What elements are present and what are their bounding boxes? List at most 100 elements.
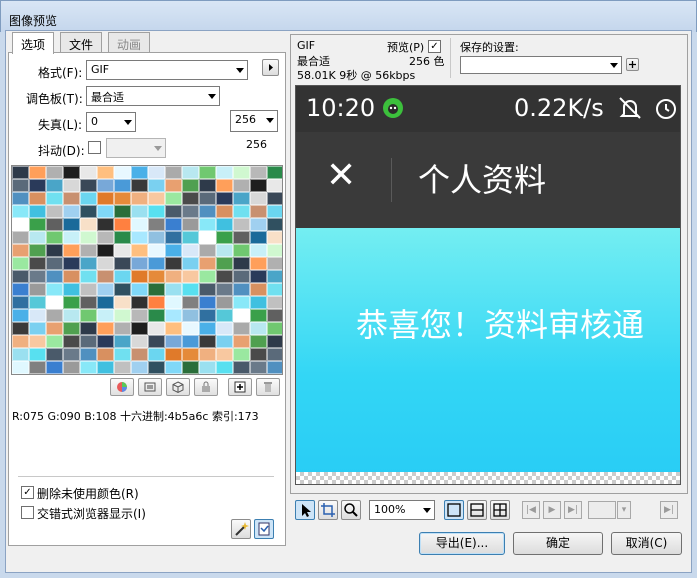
palette-swatch[interactable] — [12, 270, 29, 283]
palette-swatch[interactable] — [63, 166, 80, 179]
tab-options[interactable]: 选项 — [12, 32, 55, 54]
zoom-select[interactable]: 100% — [369, 500, 435, 520]
palette-swatch[interactable] — [63, 283, 80, 296]
palette-swatch[interactable] — [12, 218, 29, 231]
palette-swatch[interactable] — [267, 192, 282, 205]
palette-swatch[interactable] — [233, 231, 250, 244]
palette-swatch[interactable] — [148, 257, 165, 270]
palette-swatch[interactable] — [12, 361, 29, 374]
palette-swatch[interactable] — [80, 179, 97, 192]
interlaced-checkbox[interactable] — [21, 506, 34, 519]
palette-swatch[interactable] — [148, 283, 165, 296]
palette-swatch[interactable] — [216, 322, 233, 335]
palette-swatch[interactable] — [233, 244, 250, 257]
palette-swatch[interactable] — [267, 231, 282, 244]
palette-swatch[interactable] — [63, 361, 80, 374]
palette-swatch[interactable] — [114, 348, 131, 361]
palette-swatch[interactable] — [63, 296, 80, 309]
crop-tool-button[interactable] — [318, 500, 338, 520]
palette-swatch[interactable] — [131, 309, 148, 322]
image-preview[interactable]: 10:20 0.22K/s ✕ 个人资料 恭喜您！资料审核通 — [295, 85, 681, 485]
palette-swatch[interactable] — [97, 335, 114, 348]
color-palette-grid[interactable] — [11, 165, 283, 375]
palette-swatch[interactable] — [250, 218, 267, 231]
palette-swatch[interactable] — [216, 335, 233, 348]
add-setting-button[interactable] — [626, 58, 639, 71]
palette-swatch[interactable] — [114, 309, 131, 322]
palette-swatch[interactable] — [233, 192, 250, 205]
palette-swatch[interactable] — [182, 348, 199, 361]
palette-swatch[interactable] — [216, 348, 233, 361]
palette-swatch[interactable] — [182, 231, 199, 244]
palette-swatch[interactable] — [63, 179, 80, 192]
palette-swatch[interactable] — [199, 257, 216, 270]
palette-swatch[interactable] — [63, 244, 80, 257]
palette-swatch[interactable] — [250, 166, 267, 179]
split-view-button[interactable] — [467, 500, 487, 520]
palette-swatch[interactable] — [216, 218, 233, 231]
palette-swatch[interactable] — [12, 257, 29, 270]
palette-swatch[interactable] — [97, 179, 114, 192]
export-button[interactable]: 导出(E)... — [419, 532, 505, 555]
palette-swatch[interactable] — [12, 179, 29, 192]
palette-swatch[interactable] — [131, 348, 148, 361]
palette-swatch[interactable] — [165, 231, 182, 244]
palette-swatch[interactable] — [80, 283, 97, 296]
palette-swatch[interactable] — [216, 192, 233, 205]
palette-swatch[interactable] — [131, 179, 148, 192]
palette-swatch[interactable] — [12, 231, 29, 244]
palette-swatch[interactable] — [250, 309, 267, 322]
palette-swatch[interactable] — [233, 179, 250, 192]
palette-swatch[interactable] — [80, 335, 97, 348]
palette-swatch[interactable] — [29, 296, 46, 309]
palette-swatch[interactable] — [199, 244, 216, 257]
palette-swatch[interactable] — [80, 322, 97, 335]
quad-view-button[interactable] — [490, 500, 510, 520]
palette-swatch[interactable] — [80, 166, 97, 179]
palette-swatch[interactable] — [97, 296, 114, 309]
palette-swatch[interactable] — [250, 322, 267, 335]
transparent-color-button[interactable] — [166, 378, 190, 396]
palette-swatch[interactable] — [63, 270, 80, 283]
palette-swatch[interactable] — [148, 166, 165, 179]
palette-swatch[interactable] — [233, 335, 250, 348]
single-view-button[interactable] — [444, 500, 464, 520]
palette-swatch[interactable] — [46, 283, 63, 296]
optimize-to-size-button[interactable] — [254, 519, 274, 539]
palette-swatch[interactable] — [97, 244, 114, 257]
palette-swatch[interactable] — [97, 309, 114, 322]
palette-swatch[interactable] — [233, 218, 250, 231]
palette-swatch[interactable] — [80, 218, 97, 231]
palette-swatch[interactable] — [182, 218, 199, 231]
palette-swatch[interactable] — [250, 244, 267, 257]
palette-swatch[interactable] — [114, 166, 131, 179]
play-button[interactable]: ▶ — [543, 501, 561, 519]
palette-swatch[interactable] — [131, 244, 148, 257]
palette-swatch[interactable] — [250, 205, 267, 218]
palette-swatch[interactable] — [131, 205, 148, 218]
palette-swatch[interactable] — [148, 309, 165, 322]
palette-swatch[interactable] — [63, 218, 80, 231]
palette-swatch[interactable] — [29, 283, 46, 296]
palette-swatch[interactable] — [199, 322, 216, 335]
palette-swatch[interactable] — [63, 322, 80, 335]
palette-swatch[interactable] — [267, 166, 282, 179]
palette-swatch[interactable] — [46, 192, 63, 205]
palette-swatch[interactable] — [199, 348, 216, 361]
palette-swatch[interactable] — [80, 205, 97, 218]
add-color-button[interactable] — [228, 378, 252, 396]
palette-swatch[interactable] — [199, 283, 216, 296]
palette-swatch[interactable] — [114, 244, 131, 257]
palette-swatch[interactable] — [29, 335, 46, 348]
palette-swatch[interactable] — [80, 296, 97, 309]
palette-swatch[interactable] — [165, 296, 182, 309]
palette-swatch[interactable] — [267, 218, 282, 231]
palette-swatch[interactable] — [29, 361, 46, 374]
palette-swatch[interactable] — [46, 322, 63, 335]
palette-swatch[interactable] — [165, 179, 182, 192]
palette-swatch[interactable] — [250, 361, 267, 374]
palette-swatch[interactable] — [250, 348, 267, 361]
palette-swatch[interactable] — [182, 166, 199, 179]
saved-settings-select[interactable] — [460, 56, 622, 74]
palette-swatch[interactable] — [63, 205, 80, 218]
